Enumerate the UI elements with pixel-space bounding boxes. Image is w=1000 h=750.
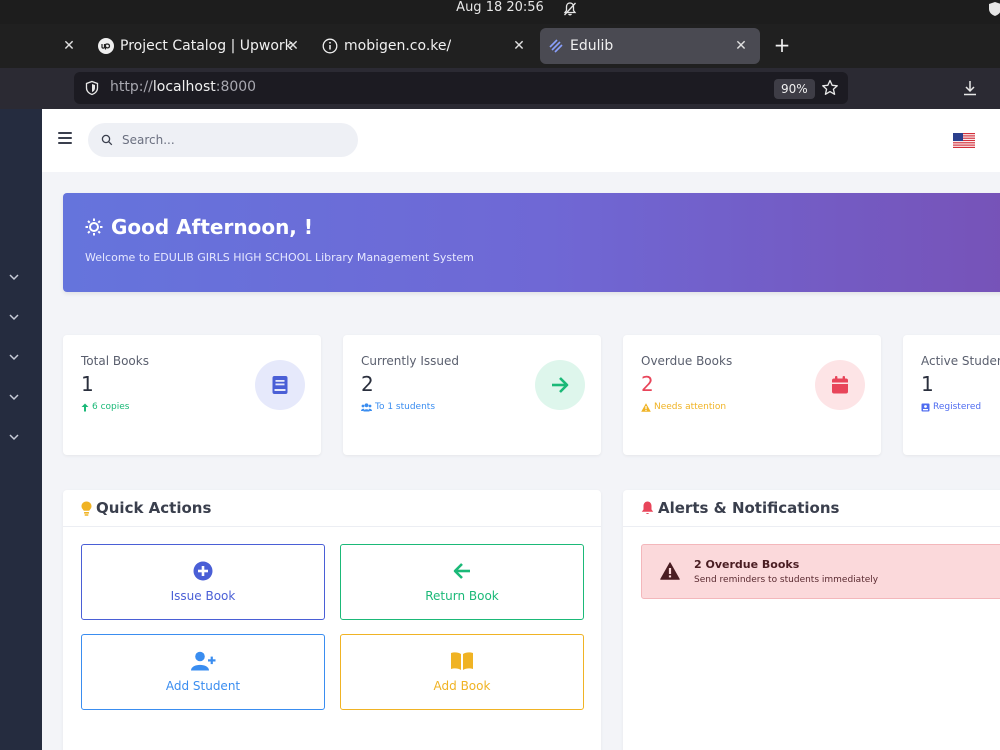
stat-card-currently-issued[interactable]: Currently Issued 2 To 1 students: [343, 335, 601, 455]
stat-value: 1: [81, 372, 94, 396]
browser-tab-edulib[interactable]: Edulib ✕: [540, 28, 760, 64]
browser-tab-upwork[interactable]: Project Catalog | Upwork ✕: [92, 28, 310, 64]
stat-note: To 1 students: [375, 402, 436, 412]
button-label: Return Book: [425, 589, 499, 603]
add-book-button[interactable]: Add Book: [340, 634, 584, 710]
tab-close-icon[interactable]: ✕: [732, 37, 750, 55]
browser-toolbar: http://localhost:8000 90%: [0, 68, 1000, 109]
alert-subtitle: Send reminders to students immediately: [694, 575, 879, 585]
os-top-bar: Aug 18 20:56: [0, 0, 1000, 24]
calendar-icon: [815, 360, 865, 410]
return-book-button[interactable]: Return Book: [340, 544, 584, 620]
notifications-muted-icon[interactable]: [562, 1, 578, 17]
add-student-button[interactable]: Add Student: [81, 634, 325, 710]
edulib-app: Good Afternoon, ! Welcome to EDULIB GIRL…: [0, 109, 1000, 750]
issue-book-button[interactable]: Issue Book: [81, 544, 325, 620]
search-bar[interactable]: [88, 123, 358, 157]
lightbulb-icon: [81, 501, 92, 516]
stat-value: 2: [361, 372, 374, 396]
greeting-subtitle: Welcome to EDULIB GIRLS HIGH SCHOOL Libr…: [85, 251, 474, 264]
stat-label: Active Studen: [921, 354, 1000, 368]
stat-label: Total Books: [81, 354, 149, 368]
arrow-up-icon: [81, 403, 89, 411]
browser-tab-strip: ✕ Project Catalog | Upwork ✕ mobigen.co.…: [0, 24, 1000, 68]
tab-close-icon[interactable]: ✕: [284, 37, 302, 55]
stat-value: 1: [921, 372, 934, 396]
users-icon: [361, 402, 372, 411]
info-icon: [322, 38, 338, 54]
sidebar: [0, 109, 42, 750]
overdue-books-alert[interactable]: 2 Overdue Books Send reminders to studen…: [641, 544, 1000, 599]
button-label: Add Student: [165, 679, 241, 693]
sidebar-chevron-down-icon[interactable]: [6, 309, 22, 325]
greeting-title: Good Afternoon, !: [111, 215, 313, 239]
sidebar-chevron-down-icon[interactable]: [6, 349, 22, 365]
stat-note: Registered: [933, 402, 982, 412]
sidebar-chevron-down-icon[interactable]: [6, 429, 22, 445]
welcome-banner: Good Afternoon, ! Welcome to EDULIB GIRL…: [63, 193, 1000, 292]
search-input[interactable]: [122, 123, 347, 157]
plus-circle-icon: [193, 561, 213, 581]
tab-label: Project Catalog | Upwork: [120, 38, 293, 54]
stat-note: Needs attention: [654, 402, 727, 412]
bell-icon: [641, 501, 654, 514]
zoom-level-badge[interactable]: 90%: [774, 79, 815, 99]
url-host: localhost: [152, 79, 216, 95]
arrow-left-icon: [453, 563, 470, 579]
search-icon: [101, 134, 113, 146]
panel-title: Quick Actions: [96, 499, 212, 517]
new-tab-plus-icon[interactable]: +: [772, 33, 792, 57]
url-scheme: http://: [110, 79, 153, 95]
panel-title: Alerts & Notifications: [658, 499, 840, 517]
tab-label: Edulib: [570, 38, 614, 54]
stat-note: 6 copies: [92, 402, 130, 412]
tab-label: mobigen.co.ke/: [344, 38, 452, 54]
book-icon: [255, 360, 305, 410]
alert-title: 2 Overdue Books: [694, 558, 800, 571]
tab-close-icon[interactable]: ✕: [510, 37, 528, 55]
menu-toggle-icon[interactable]: [58, 132, 72, 144]
system-shield-icon[interactable]: [988, 1, 1000, 17]
edulib-favicon-icon: [549, 39, 563, 53]
id-badge-icon: [921, 403, 930, 411]
top-navbar: [42, 109, 1000, 172]
warning-icon: [641, 402, 651, 412]
open-book-icon: [451, 652, 473, 670]
url-port: :8000: [215, 79, 257, 95]
stat-card-total-books[interactable]: Total Books 1 6 copies: [63, 335, 321, 455]
arrow-right-icon: [535, 360, 585, 410]
browser-tab-blank[interactable]: ✕: [54, 28, 92, 64]
alerts-panel: Alerts & Notifications 2 Overdue Books S…: [623, 490, 1000, 750]
bookmark-star-icon[interactable]: [820, 78, 840, 98]
user-plus-icon: [191, 651, 216, 671]
tab-close-icon[interactable]: ✕: [60, 37, 78, 55]
browser-tab-mobigen[interactable]: mobigen.co.ke/ ✕: [316, 28, 538, 64]
button-label: Add Book: [433, 679, 491, 693]
downloads-icon[interactable]: [960, 78, 980, 98]
upwork-logo-icon: [98, 38, 114, 54]
us-flag-language-icon[interactable]: [953, 133, 975, 148]
stat-label: Currently Issued: [361, 354, 459, 368]
stat-card-overdue-books[interactable]: Overdue Books 2 Needs attention: [623, 335, 881, 455]
stat-label: Overdue Books: [641, 354, 733, 368]
stat-value: 2: [641, 372, 654, 396]
tracking-protection-icon[interactable]: [84, 80, 100, 96]
quick-actions-panel: Quick Actions Issue Book Return Book Add…: [63, 490, 601, 750]
sun-icon: [85, 218, 103, 236]
address-bar[interactable]: http://localhost:8000 90%: [74, 72, 848, 104]
os-clock[interactable]: Aug 18 20:56: [0, 0, 1000, 16]
warning-triangle-icon: [660, 562, 680, 580]
button-label: Issue Book: [170, 589, 236, 603]
url-text[interactable]: http://localhost:8000: [110, 79, 256, 95]
sidebar-chevron-down-icon[interactable]: [6, 389, 22, 405]
sidebar-chevron-down-icon[interactable]: [6, 269, 22, 285]
stat-card-active-students[interactable]: Active Studen 1 Registered: [903, 335, 1000, 455]
